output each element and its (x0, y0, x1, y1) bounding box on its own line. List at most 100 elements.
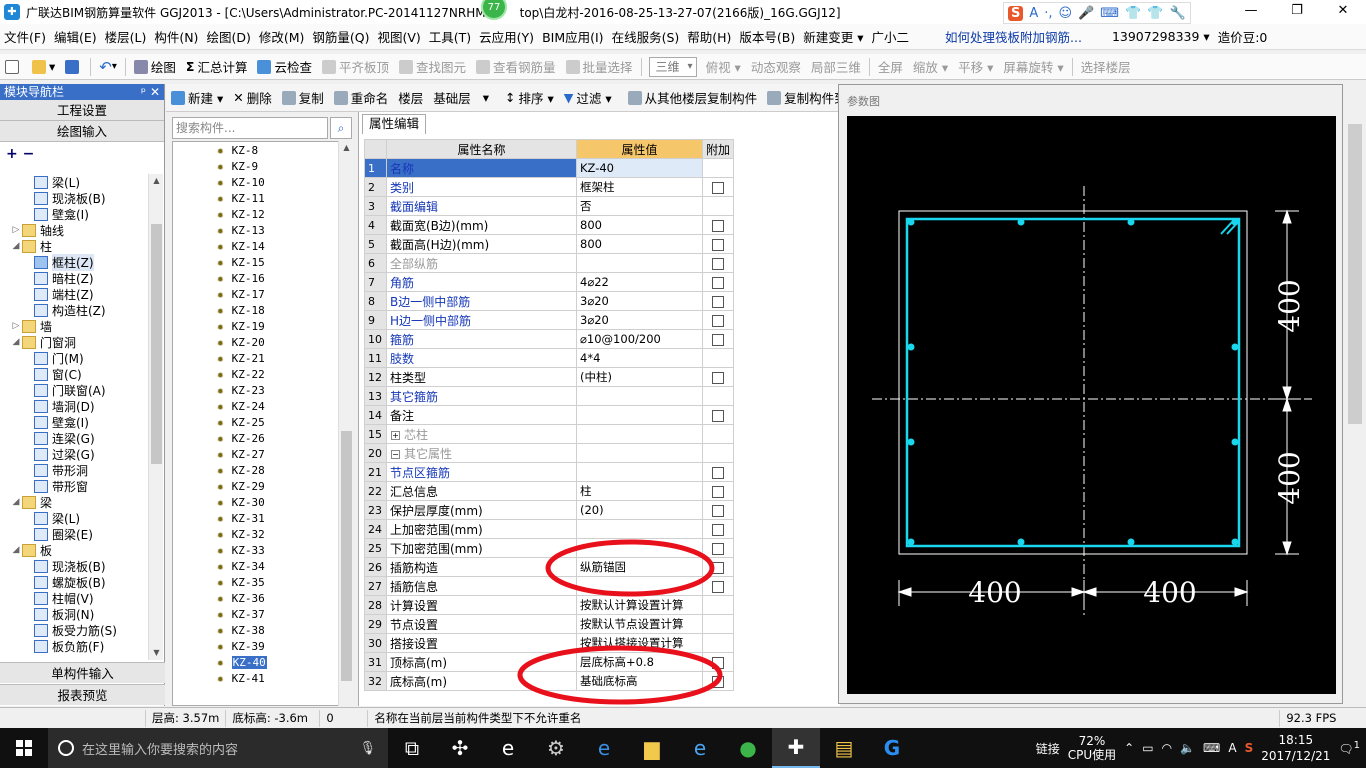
save-icon[interactable] (60, 59, 87, 74)
component-list-item[interactable]: ✹ KZ-22 (173, 366, 352, 382)
close-icon[interactable]: ✕ (150, 84, 160, 100)
property-value-cell[interactable]: 否 (576, 196, 703, 216)
tree-item[interactable]: ◢ 门窗洞 (0, 334, 148, 350)
tree-item[interactable]: 端柱(Z) (0, 286, 148, 302)
component-list-item[interactable]: ✹ KZ-41 (173, 670, 352, 686)
microphone-icon[interactable]: 🎙 (359, 741, 376, 756)
component-list-item[interactable]: ✹ KZ-31 (173, 510, 352, 526)
menu-item[interactable]: 版本号(B) (735, 27, 799, 46)
component-search-input[interactable]: 搜索构件... (172, 117, 328, 139)
tree-item[interactable]: 过梁(G) (0, 446, 148, 462)
property-row[interactable]: 9 H边一侧中部筋 3⌀20 (364, 310, 735, 330)
dynamic-orbit-button[interactable]: 动态观察 (746, 57, 806, 76)
undo-icon[interactable]: ↶ ▾ (94, 58, 122, 76)
component-list-item[interactable]: ✹ KZ-17 (173, 286, 352, 302)
property-row[interactable]: 3 截面编辑 否 (364, 196, 735, 216)
component-list-item[interactable]: ✹ KZ-37 (173, 606, 352, 622)
property-row[interactable]: 7 角筋 4⌀22 (364, 272, 735, 292)
property-row[interactable]: 14 备注 (364, 405, 735, 425)
component-list-item[interactable]: ✹ KZ-20 (173, 334, 352, 350)
property-row[interactable]: 24 上加密范围(mm) (364, 519, 735, 539)
fullscreen-button[interactable]: 全屏 (873, 57, 908, 76)
property-row[interactable]: 30 搭接设置 按默认搭接设置计算 (364, 633, 735, 653)
property-value-cell[interactable]: 3⌀20 (576, 310, 703, 330)
component-list-item[interactable]: ✹ KZ-19 (173, 318, 352, 334)
property-value-cell[interactable] (576, 519, 703, 539)
ime-tool-icon[interactable]: 👕 (1125, 6, 1141, 21)
property-row[interactable]: 28 计算设置 按默认计算设置计算 (364, 595, 735, 615)
property-row[interactable]: 13 其它箍筋 (364, 386, 735, 406)
property-value-cell[interactable] (576, 576, 703, 596)
extra-checkbox[interactable] (712, 656, 724, 669)
menu-item[interactable]: 构件(N) (150, 27, 202, 46)
extra-checkbox[interactable] (712, 219, 724, 232)
tree-item[interactable]: 墙洞(D) (0, 398, 148, 414)
expander-icon[interactable]: ◢ (10, 241, 22, 251)
component-list-item[interactable]: ✹ KZ-14 (173, 238, 352, 254)
property-value-cell[interactable]: 按默认计算设置计算 (576, 595, 703, 615)
menu-item[interactable]: 新建变更 ▾ (799, 27, 867, 46)
component-list-item[interactable]: ✹ KZ-27 (173, 446, 352, 462)
tree-item[interactable]: 构造柱(Z) (0, 302, 148, 318)
menu-item[interactable]: 帮助(H) (683, 27, 735, 46)
tree-item[interactable]: 窗(C) (0, 366, 148, 382)
tree-item[interactable]: 暗柱(Z) (0, 270, 148, 286)
extra-checkbox[interactable] (712, 675, 724, 688)
component-list-item[interactable]: ✹ KZ-8 (173, 142, 352, 158)
property-row[interactable]: 20− 其它属性 (364, 443, 735, 463)
property-value-cell[interactable]: KZ-40 (576, 158, 703, 178)
property-row[interactable]: 27 插筋信息 (364, 576, 735, 596)
chevron-up-icon[interactable]: ⌃ (1124, 741, 1134, 755)
pan-button[interactable]: 平移 ▾ (953, 57, 998, 76)
menu-item[interactable]: 钢筋量(Q) (308, 27, 373, 46)
property-row[interactable]: 29 节点设置 按默认节点设置计算 (364, 614, 735, 634)
tree-item[interactable]: 板负筋(F) (0, 638, 148, 654)
property-row[interactable]: 11 肢数 4*4 (364, 348, 735, 368)
property-value-cell[interactable] (576, 462, 703, 482)
tree-item[interactable]: 现浇板(B) (0, 190, 148, 206)
extra-checkbox[interactable] (712, 523, 724, 536)
menu-item[interactable]: 楼层(L) (101, 27, 151, 46)
ime-tool-icon[interactable]: 🎤 (1078, 6, 1094, 21)
property-value-cell[interactable] (576, 424, 703, 444)
ime-tool-icon[interactable]: 🔧 (1169, 6, 1185, 21)
report-preview-button[interactable]: 报表预览 (0, 684, 165, 705)
expander-icon[interactable]: ▷ (10, 225, 22, 235)
copy-button[interactable]: 复制 (277, 88, 329, 107)
component-list-item[interactable]: ✹ KZ-26 (173, 430, 352, 446)
extra-checkbox[interactable] (712, 466, 724, 479)
tree-item[interactable]: 带形窗 (0, 478, 148, 494)
property-row[interactable]: 15 + 芯柱 (364, 424, 735, 444)
windows-start-icon[interactable] (0, 728, 48, 768)
property-value-cell[interactable]: 基础底标高 (576, 671, 703, 691)
property-row[interactable]: 26 插筋构造 纵筋锚固 (364, 557, 735, 577)
new-component-button[interactable]: 新建 ▾ (166, 88, 228, 107)
wifi-icon[interactable]: ◠ (1162, 741, 1172, 755)
property-value-cell[interactable] (576, 386, 703, 406)
floor-select[interactable]: 基础层 ▾ (428, 88, 494, 107)
extra-checkbox[interactable] (712, 314, 724, 327)
sogou-logo-icon[interactable]: S (1008, 5, 1024, 21)
property-value-cell[interactable]: 按默认搭接设置计算 (576, 633, 703, 653)
ie-icon[interactable]: e (676, 728, 724, 768)
extra-checkbox[interactable] (712, 295, 724, 308)
property-row[interactable]: 32 底标高(m) 基础底标高 (364, 671, 735, 691)
browser-360-icon[interactable]: ● (724, 728, 772, 768)
tree-item[interactable]: 框柱(Z) (0, 253, 148, 271)
fan-app-icon[interactable]: ✣ (436, 728, 484, 768)
view-mode-combo[interactable]: 三维 (648, 56, 697, 77)
expander-icon[interactable]: ◢ (10, 545, 22, 555)
tree-item[interactable]: 圈梁(E) (0, 526, 148, 542)
tree-item[interactable]: 螺旋板(B) (0, 574, 148, 590)
property-row[interactable]: 5 截面高(H边)(mm) 800 (364, 234, 735, 254)
menu-item[interactable]: 工具(T) (425, 27, 475, 46)
keyboard-icon[interactable]: ⌨ (1203, 741, 1220, 755)
tree-item[interactable]: 板洞(N) (0, 606, 148, 622)
ime-tool-icon[interactable]: 👕 (1147, 6, 1163, 21)
component-list-item[interactable]: ✹ KZ-11 (173, 190, 352, 206)
sogou-icon[interactable]: S (1245, 741, 1254, 755)
component-list-item[interactable]: ✹ KZ-15 (173, 254, 352, 270)
component-list-item[interactable]: ✹ KZ-30 (173, 494, 352, 510)
extra-checkbox[interactable] (712, 542, 724, 555)
price-beans[interactable]: 造价豆:0 (1214, 27, 1272, 46)
